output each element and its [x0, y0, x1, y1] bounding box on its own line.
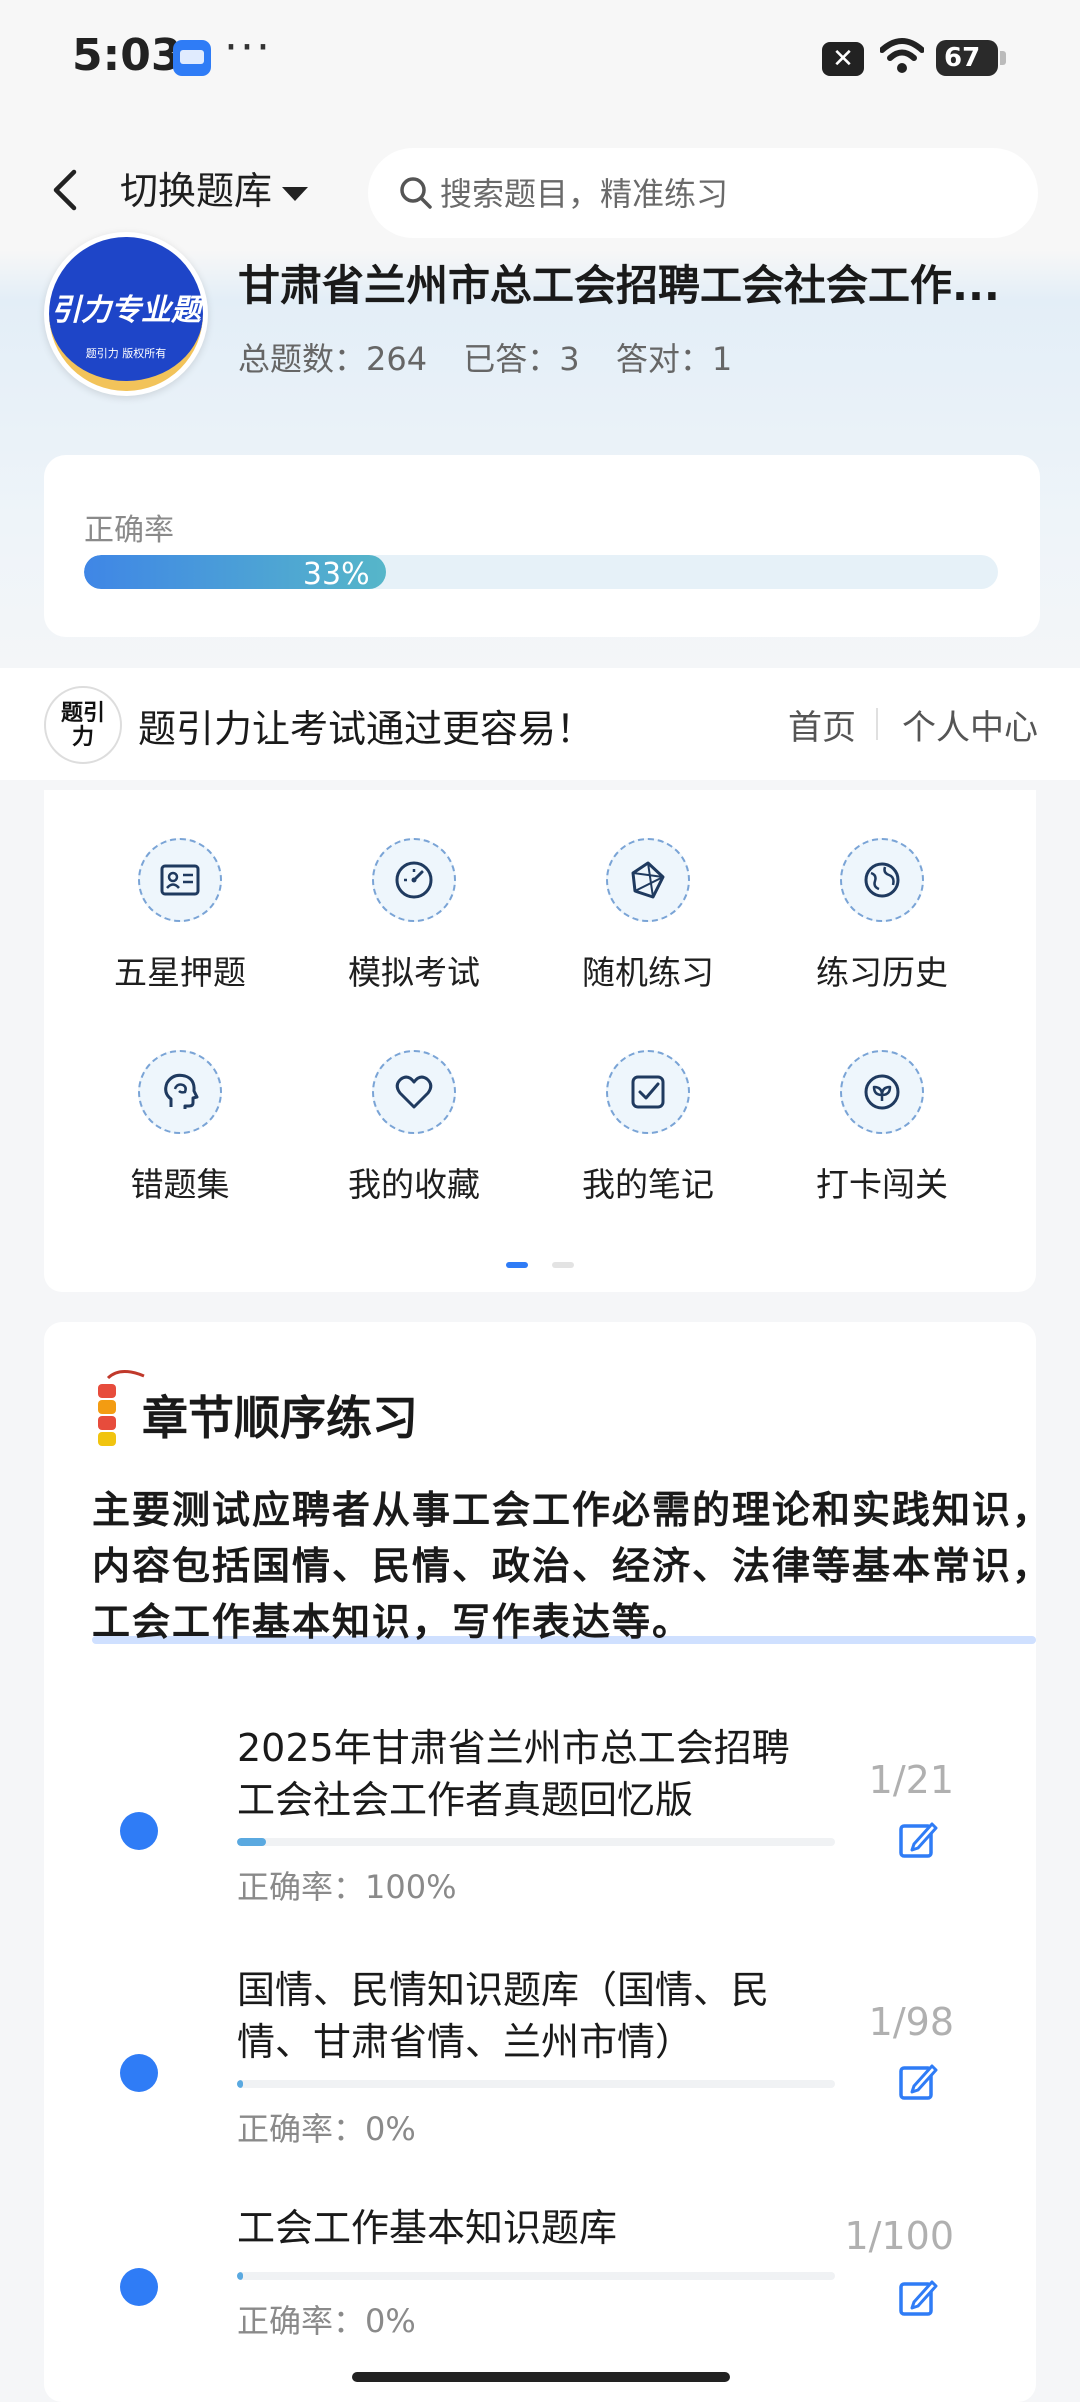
- menu-mock-exam[interactable]: 模拟考试: [304, 790, 524, 992]
- page-indicator-active[interactable]: [506, 1262, 528, 1268]
- brand-logo-text: 题引力: [60, 701, 105, 750]
- menu-label: 练习历史: [816, 953, 948, 992]
- accuracy-progress-bar: 33%: [84, 555, 998, 589]
- menu-label: 我的收藏: [348, 1165, 480, 1204]
- note-check-icon: [631, 1075, 665, 1109]
- chapter-item-accuracy: 正确率：0%: [237, 2110, 416, 2148]
- menu-label: 随机练习: [582, 953, 714, 992]
- menu-label: 我的笔记: [582, 1165, 714, 1204]
- heart-icon: [395, 1075, 433, 1109]
- menu-favorites[interactable]: 我的收藏: [304, 1002, 524, 1204]
- chapter-item-accuracy: 正确率：0%: [237, 2302, 416, 2340]
- chapter-item-progress: [237, 1838, 835, 1846]
- wallet-app-icon: [173, 40, 211, 76]
- personal-center-link[interactable]: 个人中心: [902, 700, 1038, 749]
- speedometer-icon: [395, 861, 433, 899]
- more-notifications-icon: ···: [224, 22, 272, 73]
- menu-five-star[interactable]: 五星押题: [70, 790, 290, 992]
- status-bar: 5:03 ··· ✕ 67: [0, 0, 1080, 120]
- search-icon: [400, 177, 432, 209]
- chapter-item-progress: [237, 2272, 835, 2280]
- menu-label: 五星押题: [114, 953, 246, 992]
- divider: [876, 708, 878, 740]
- accuracy-progress-fill: 33%: [84, 555, 386, 589]
- chapter-description: 主要测试应聘者从事工会工作必需的理论和实践知识，内容包括国情、民情、政治、经济、…: [92, 1488, 1053, 1644]
- brand-logo: 题引力: [44, 686, 122, 764]
- menu-wrong-set[interactable]: 错题集: [70, 1002, 290, 1204]
- globe-icon: [864, 862, 900, 898]
- chapter-item-progress: [237, 2080, 835, 2088]
- menu-checkin[interactable]: 打卡闯关: [772, 1002, 992, 1204]
- leaf-badge-icon: [864, 1074, 900, 1110]
- status-time: 5:03: [72, 30, 182, 81]
- edit-icon[interactable]: [896, 2060, 940, 2104]
- random-shape-icon: [631, 861, 665, 899]
- id-card-icon: [160, 864, 200, 896]
- chapter-item-progress-fill: [237, 1838, 266, 1846]
- correct-count: 答对：1: [615, 340, 733, 378]
- accuracy-value: 33%: [302, 557, 370, 589]
- menu-label: 错题集: [130, 1165, 230, 1204]
- no-sim-icon: ✕: [822, 42, 864, 76]
- bank-stats: 总题数：264 已答：3 答对：1: [238, 334, 758, 380]
- wifi-icon: [880, 38, 924, 73]
- menu-notes[interactable]: 我的笔记: [538, 1002, 758, 1204]
- bank-title: 甘肃省兰州市总工会招聘工会社会工作...: [238, 261, 1000, 310]
- top-navigation: 切换题库: [0, 130, 1080, 250]
- chapter-item[interactable]: 2025年甘肃省兰州市总工会招聘工会社会工作者真题回忆版 正确率：100% 1/…: [44, 1722, 1036, 1942]
- switch-bank-dropdown[interactable]: 切换题库: [120, 160, 309, 215]
- function-grid: 五星押题 模拟考试 随机练习 练习历史 错题集 我的收藏 我的笔记 打卡闯关: [44, 790, 1036, 1292]
- chapter-item-title: 国情、民情知识题库（国情、民情、甘肃省情、兰州市情）: [237, 1968, 770, 2064]
- search-bar[interactable]: [368, 148, 1038, 240]
- menu-label: 模拟考试: [348, 953, 480, 992]
- logo-text: 引力专业题: [51, 293, 201, 328]
- answered-count: 已答：3: [463, 340, 580, 378]
- chapter-item-progress-fill: [237, 2080, 243, 2088]
- back-arrow-icon[interactable]: [44, 160, 84, 220]
- chapter-item-accuracy: 正确率：100%: [237, 1868, 457, 1906]
- caret-down-icon: [282, 186, 309, 201]
- total-count: 总题数：264: [238, 340, 428, 378]
- promo-bar: 题引力 题引力让考试通过更容易！ 首页 个人中心: [0, 668, 1080, 780]
- chapter-practice-card: 章节顺序练习 主要测试应聘者从事工会工作必需的理论和实践知识，内容包括国情、民情…: [44, 1322, 1050, 2402]
- edit-icon[interactable]: [896, 2276, 940, 2320]
- chapter-item-title: 2025年甘肃省兰州市总工会招聘工会社会工作者真题回忆版: [237, 1726, 790, 1822]
- head-brain-icon: [164, 1073, 199, 1109]
- menu-history[interactable]: 练习历史: [772, 790, 992, 992]
- battery-icon: 67: [936, 40, 1006, 76]
- logo-copyright: 题引力 版权所有: [85, 347, 167, 360]
- chapter-item-count: 1/98: [868, 2000, 954, 2044]
- bank-logo: 引力专业题 题引力 版权所有: [44, 232, 208, 396]
- menu-label: 打卡闯关: [816, 1165, 948, 1204]
- chapter-title: 章节顺序练习: [142, 1391, 418, 1445]
- chapter-item-count: 1/21: [868, 1758, 954, 1802]
- accuracy-card: 正确率 33%: [44, 455, 1040, 637]
- home-link[interactable]: 首页: [788, 700, 856, 749]
- home-indicator[interactable]: [352, 2372, 730, 2382]
- bullet-dot: [120, 1812, 158, 1850]
- bullet-dot: [120, 2268, 158, 2306]
- promo-slogan: 题引力让考试通过更容易！: [138, 707, 595, 751]
- edit-icon[interactable]: [896, 1818, 940, 1862]
- chapter-item[interactable]: 工会工作基本知识题库 正确率：0% 1/100: [44, 2202, 1036, 2392]
- chapter-item[interactable]: 国情、民情知识题库（国情、民情、甘肃省情、兰州市情） 正确率：0% 1/98: [44, 1964, 1036, 2164]
- accuracy-label: 正确率: [84, 513, 174, 548]
- chapter-item-progress-fill: [237, 2272, 243, 2280]
- bullet-dot: [120, 2054, 158, 2092]
- chapter-item-count: 1/100: [844, 2214, 954, 2258]
- menu-random-practice[interactable]: 随机练习: [538, 790, 758, 992]
- switch-bank-label: 切换题库: [120, 169, 273, 213]
- page-indicator[interactable]: [552, 1262, 574, 1268]
- search-input[interactable]: [438, 148, 1002, 240]
- chapter-item-title: 工会工作基本知识题库: [237, 2206, 618, 2250]
